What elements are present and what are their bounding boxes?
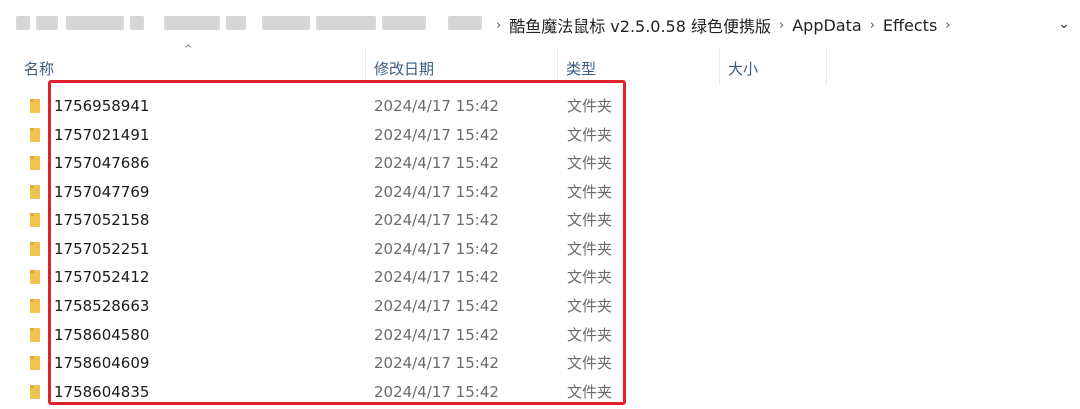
file-row[interactable]: 1757047686 2024/4/17 15:42 文件夹 [0, 149, 1080, 177]
file-name: 1757052412 [54, 268, 150, 286]
file-row[interactable]: 1758604609 2024/4/17 15:42 文件夹 [0, 349, 1080, 377]
file-date-modified: 2024/4/17 15:42 [374, 297, 499, 315]
file-date-modified: 2024/4/17 15:42 [374, 268, 499, 286]
file-name: 1757052158 [54, 211, 150, 229]
folder-icon [30, 328, 40, 342]
file-name: 1758604835 [54, 383, 150, 401]
sort-ascending-icon: ^ [184, 44, 193, 55]
column-header-row: 名称 修改日期 类型 大小 [0, 48, 1080, 84]
breadcrumb-separator: › [869, 17, 875, 33]
file-name: 1757047686 [54, 154, 150, 172]
folder-icon [30, 185, 40, 199]
file-type: 文件夹 [567, 211, 613, 229]
folder-icon [30, 299, 40, 313]
file-row[interactable]: 1758604835 2024/4/17 15:42 文件夹 [0, 378, 1080, 406]
folder-icon [30, 156, 40, 170]
file-type: 文件夹 [567, 183, 613, 201]
file-row[interactable]: 1758528663 2024/4/17 15:42 文件夹 [0, 292, 1080, 320]
file-row[interactable]: 1758604580 2024/4/17 15:42 文件夹 [0, 321, 1080, 349]
breadcrumb: › 酷鱼魔法鼠标 v2.5.0.58 绿色便携版 › AppData › Eff… [494, 13, 952, 37]
file-date-modified: 2024/4/17 15:42 [374, 97, 499, 115]
breadcrumb-item-app-folder[interactable]: 酷鱼魔法鼠标 v2.5.0.58 绿色便携版 [503, 13, 777, 37]
column-header-size[interactable]: 大小 [720, 58, 826, 80]
file-type: 文件夹 [567, 268, 613, 286]
file-name: 1758604609 [54, 354, 150, 372]
file-row[interactable]: 1757052412 2024/4/17 15:42 文件夹 [0, 263, 1080, 291]
file-name: 1756958941 [54, 97, 150, 115]
file-type: 文件夹 [567, 97, 613, 115]
file-date-modified: 2024/4/17 15:42 [374, 126, 499, 144]
chevron-down-icon[interactable]: ⌄ [1056, 16, 1072, 32]
file-row[interactable]: 1757052251 2024/4/17 15:42 文件夹 [0, 235, 1080, 263]
breadcrumb-separator: › [496, 17, 502, 33]
file-row[interactable]: 1756958941 2024/4/17 15:42 文件夹 [0, 92, 1080, 120]
file-date-modified: 2024/4/17 15:42 [374, 326, 499, 344]
breadcrumb-separator: › [779, 17, 785, 33]
address-bar[interactable]: › 酷鱼魔法鼠标 v2.5.0.58 绿色便携版 › AppData › Eff… [0, 0, 1080, 48]
column-header-type[interactable]: 类型 [558, 58, 718, 80]
file-type: 文件夹 [567, 354, 613, 372]
folder-icon [30, 356, 40, 370]
file-type: 文件夹 [567, 383, 613, 401]
file-row[interactable]: 1757047769 2024/4/17 15:42 文件夹 [0, 178, 1080, 206]
folder-icon [30, 99, 40, 113]
folder-icon [30, 385, 40, 399]
file-type: 文件夹 [567, 154, 613, 172]
breadcrumb-item-effects[interactable]: Effects [877, 16, 943, 35]
folder-icon [30, 128, 40, 142]
file-date-modified: 2024/4/17 15:42 [374, 354, 499, 372]
breadcrumb-separator: › [945, 17, 951, 33]
column-header-name[interactable]: 名称 [16, 58, 364, 80]
file-date-modified: 2024/4/17 15:42 [374, 240, 499, 258]
file-date-modified: 2024/4/17 15:42 [374, 183, 499, 201]
column-header-date-modified[interactable]: 修改日期 [366, 58, 556, 80]
file-type: 文件夹 [567, 326, 613, 344]
folder-icon [30, 242, 40, 256]
column-divider[interactable] [826, 48, 827, 84]
file-name: 1757052251 [54, 240, 150, 258]
folder-icon [30, 213, 40, 227]
file-name: 1757047769 [54, 183, 150, 201]
file-date-modified: 2024/4/17 15:42 [374, 211, 499, 229]
file-date-modified: 2024/4/17 15:42 [374, 154, 499, 172]
file-type: 文件夹 [567, 240, 613, 258]
folder-icon [30, 270, 40, 284]
file-name: 1758604580 [54, 326, 150, 344]
file-name: 1757021491 [54, 126, 150, 144]
file-row[interactable]: 1757021491 2024/4/17 15:42 文件夹 [0, 121, 1080, 149]
file-type: 文件夹 [567, 126, 613, 144]
breadcrumb-item-appdata[interactable]: AppData [786, 16, 867, 35]
file-row[interactable]: 1757052158 2024/4/17 15:42 文件夹 [0, 206, 1080, 234]
file-type: 文件夹 [567, 297, 613, 315]
file-date-modified: 2024/4/17 15:42 [374, 383, 499, 401]
file-name: 1758528663 [54, 297, 150, 315]
